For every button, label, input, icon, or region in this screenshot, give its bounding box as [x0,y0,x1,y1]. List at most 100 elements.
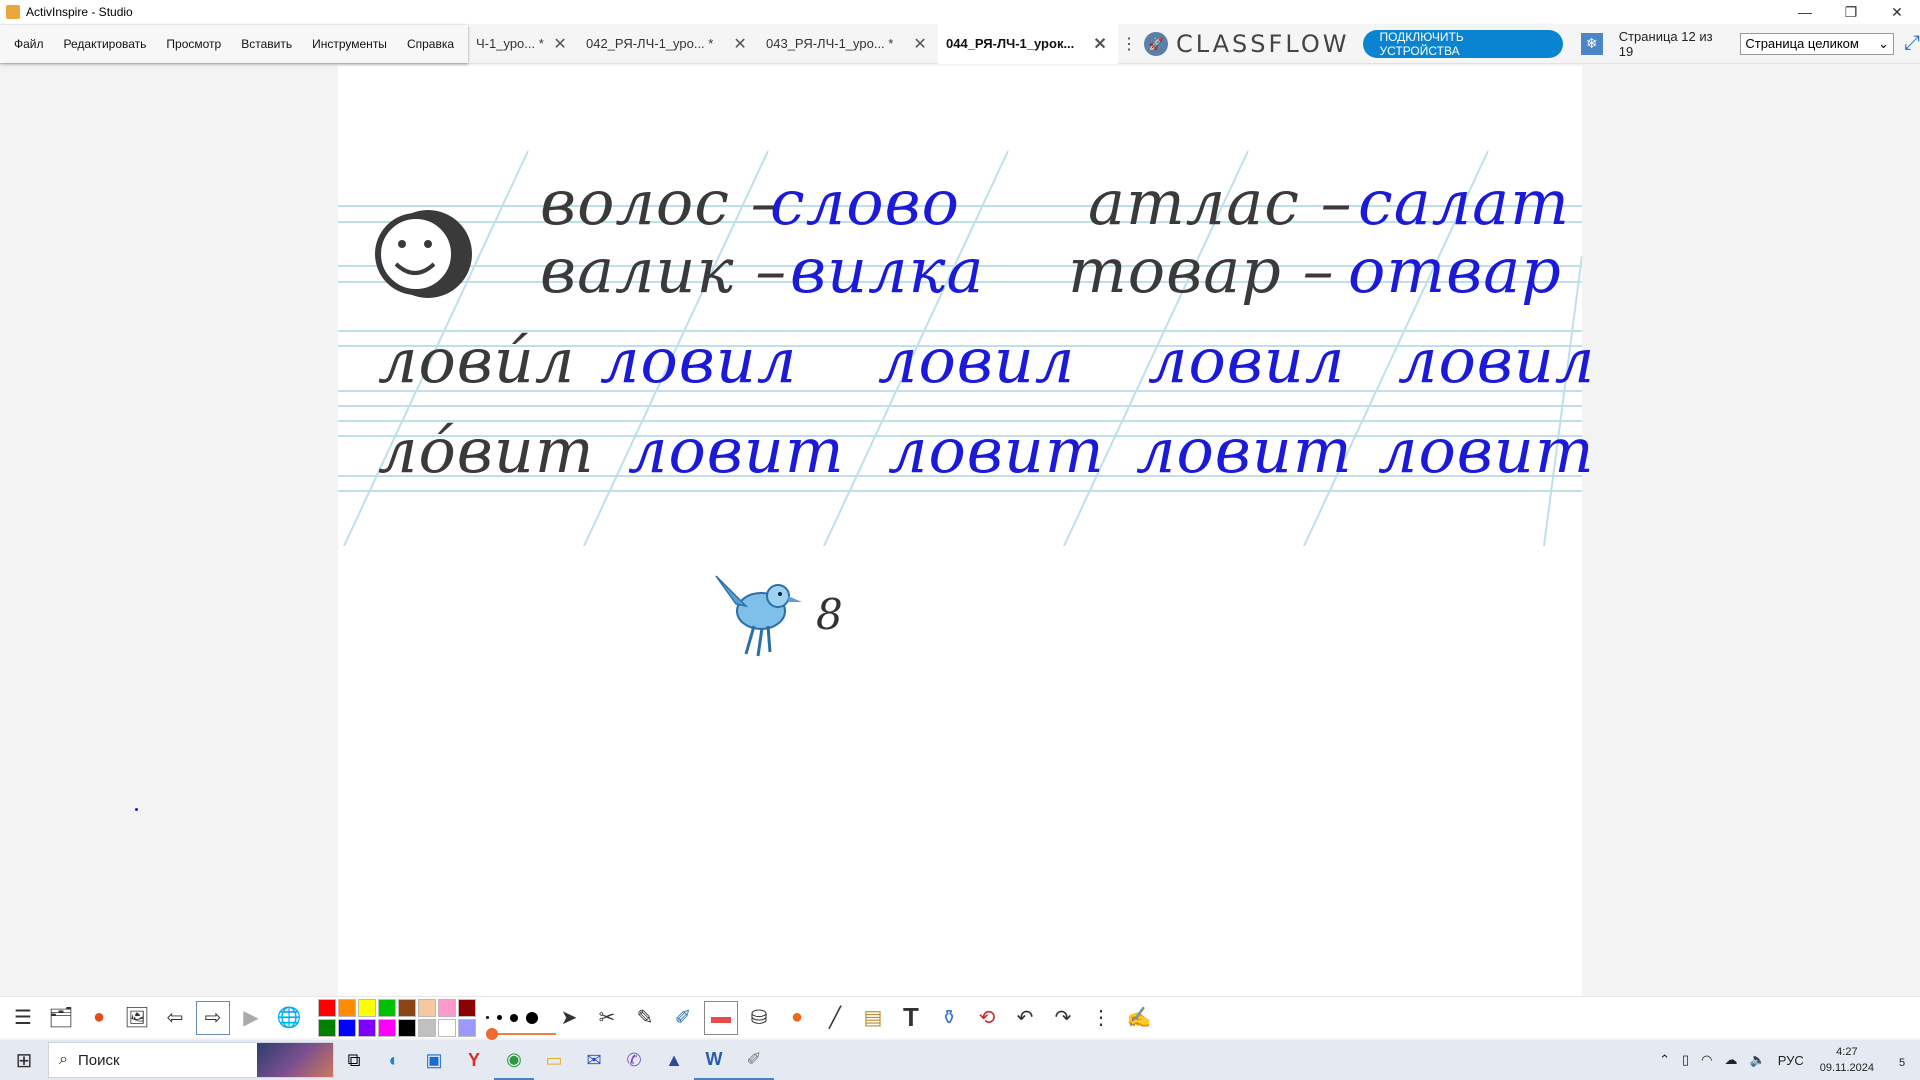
word-lovit[interactable]: ловит [888,414,1105,487]
connector-icon[interactable]: ╱ [818,1001,852,1035]
tab-document-3[interactable]: 043_РЯ-ЛЧ-1_уро... * ✕ [758,24,938,64]
word-salat[interactable]: салат [1358,166,1570,239]
file-explorer-icon[interactable]: ▭ [534,1040,574,1080]
tabs-overflow-icon[interactable]: ⋮ [1118,34,1140,54]
windows-start-icon[interactable]: ⊞ [0,1040,48,1080]
color-swatch[interactable] [358,998,376,1017]
next-page-icon[interactable]: ⇨ [196,1000,230,1035]
tab-document-active[interactable]: 044_РЯ-ЛЧ-1_урок... ✕ [938,23,1119,64]
fullscreen-icon[interactable]: ⤢ [1904,32,1920,55]
clear-icon[interactable]: ⚱ [932,1001,966,1035]
color-swatch[interactable] [458,998,476,1017]
pen-width-dot[interactable] [510,1013,518,1022]
word-volos[interactable]: волос – [540,166,783,239]
task-view-icon[interactable]: ⧉ [334,1040,374,1080]
tab-close-icon[interactable]: ✕ [552,34,568,54]
word-vilka[interactable]: вилка [790,234,984,307]
more-tools-icon[interactable]: ⋮ [1084,1001,1118,1035]
word-lovil[interactable]: ловил [1398,324,1595,397]
toolbox-toggle-icon[interactable]: ✍ [1122,1001,1156,1035]
color-swatch[interactable] [358,1018,376,1037]
eraser-icon[interactable]: ▬ [704,1000,738,1035]
word-otvar[interactable]: отвар [1348,234,1562,307]
menu-view[interactable]: Просмотр [156,25,231,63]
word-lovil[interactable]: ловил [1148,324,1345,397]
pen-width-slider-handle[interactable] [486,1027,498,1040]
minimize-button[interactable]: — [1782,0,1828,24]
record-icon[interactable]: ● [82,1001,116,1035]
menu-insert[interactable]: Вставить [231,25,302,63]
language-indicator[interactable]: РУС [1772,1053,1810,1068]
word-icon[interactable]: W [694,1040,734,1080]
notifications-icon[interactable]: 5 [1884,1050,1920,1071]
shape-icon[interactable]: ● [780,1001,814,1035]
color-swatch[interactable] [398,998,416,1017]
reset-page-icon[interactable]: ⟲ [970,1001,1004,1035]
color-swatch[interactable] [438,998,456,1017]
color-swatch[interactable] [338,998,356,1017]
pen-icon[interactable]: ✎ [628,1001,662,1035]
store-icon[interactable]: ▣ [414,1040,454,1080]
word-lovit[interactable]: ловит [628,414,845,487]
previous-page-icon[interactable]: ⇦ [158,1001,192,1035]
word-atlas[interactable]: атлас – [1088,166,1353,239]
word-slovo[interactable]: слово [770,166,960,239]
text-icon[interactable]: T [894,1001,928,1035]
color-swatch[interactable] [338,1018,356,1037]
activinspire-taskbar-icon[interactable]: ✐ [734,1040,774,1080]
word-lovit[interactable]: ловит [1378,414,1595,487]
restore-button[interactable]: ❐ [1828,0,1874,24]
taskbar-search[interactable]: ⌕ Поиск [48,1042,334,1078]
color-swatch[interactable] [378,1018,396,1037]
resource-library-icon[interactable]: ▤ [856,1001,890,1035]
menu-file[interactable]: Файл [4,25,54,63]
flipchart-icon[interactable]: 🖼 [120,1001,154,1035]
rocket-icon[interactable]: 🚀 [1144,31,1168,56]
word-valik[interactable]: валик – [540,234,787,307]
word-lovil-model[interactable]: ловúл [378,324,575,397]
pen-width-dot[interactable] [497,1015,502,1020]
volume-icon[interactable]: 🔈 [1744,1052,1772,1068]
undo-icon[interactable]: ↶ [1008,1001,1042,1035]
pen-width-dot[interactable] [526,1011,538,1024]
tools-icon[interactable]: ✂ [590,1001,624,1035]
word-lovit[interactable]: ловит [1136,414,1353,487]
globe-icon[interactable]: 🌐 [272,1001,306,1035]
color-swatch[interactable] [318,998,336,1017]
word-tovar[interactable]: товар – [1068,234,1335,307]
tab-close-icon[interactable]: ✕ [732,34,748,54]
pen-width-selector[interactable] [486,1001,556,1040]
word-lovil[interactable]: ловил [878,324,1075,397]
pen-width-dot[interactable] [486,1016,489,1019]
color-swatch[interactable] [418,998,436,1017]
connect-devices-button[interactable]: ПОДКЛЮЧИТЬ УСТРОЙСТВА [1363,29,1563,58]
word-lovit-model[interactable]: лóвит [378,414,595,487]
flipchart-page[interactable]: волос – слово атлас – салат валик – вилк… [338,66,1594,996]
tab-document-1[interactable]: Ч-1_уро... * ✕ [468,24,578,64]
app-a-icon[interactable]: ▲ [654,1040,694,1080]
select-arrow-icon[interactable]: ➤ [552,1001,586,1035]
color-swatch[interactable] [458,1018,476,1037]
snowflake-icon[interactable]: ❄ [1580,32,1603,55]
fill-icon[interactable]: ⛁ [742,1001,776,1035]
color-swatch[interactable] [438,1018,456,1037]
menu-tools[interactable]: Инструменты [302,25,397,63]
clock[interactable]: 4:27 09.11.2024 [1810,1044,1884,1076]
color-swatch[interactable] [318,1018,336,1037]
yandex-browser-icon[interactable]: Y [454,1040,494,1080]
cloud-icon[interactable]: ☁ [1719,1052,1744,1068]
tab-close-icon[interactable]: ✕ [1092,34,1108,54]
color-swatch[interactable] [418,1018,436,1037]
browsers-icon[interactable]: 🗂 [44,1001,78,1035]
word-lovil[interactable]: ловил [600,324,797,397]
menu-help[interactable]: Справка [397,25,464,63]
network-icon[interactable]: ◠ [1695,1052,1718,1068]
mail-icon[interactable]: ✉ [574,1040,614,1080]
main-menu-icon[interactable]: ☰ [6,1001,40,1035]
redo-icon[interactable]: ↷ [1046,1001,1080,1035]
tab-close-icon[interactable]: ✕ [912,34,928,54]
chevron-up-icon[interactable]: ⌃ [1653,1052,1676,1068]
close-window-button[interactable]: ✕ [1874,0,1920,24]
highlighter-icon[interactable]: ✐ [666,1001,700,1035]
menu-edit[interactable]: Редактировать [54,25,157,63]
